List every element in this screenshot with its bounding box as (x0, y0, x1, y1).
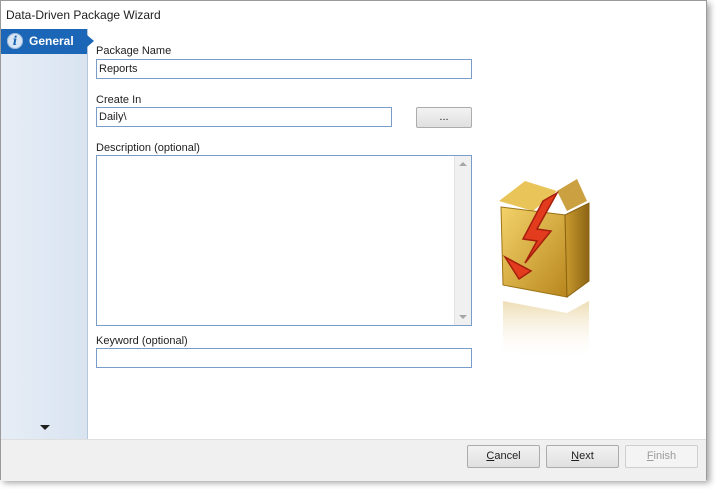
finish-accel: F (646, 450, 654, 462)
scroll-down-icon[interactable] (459, 315, 467, 319)
info-icon: i (7, 33, 23, 49)
footer-bar: Cancel Next Finish (1, 439, 706, 481)
window-title: Data-Driven Package Wizard (6, 8, 161, 22)
sidebar-item-general[interactable]: i General (1, 29, 94, 54)
scroll-up-icon[interactable] (459, 162, 467, 166)
create-in-label: Create In (96, 94, 142, 106)
next-button[interactable]: Next (546, 445, 619, 468)
next-accel: N (571, 450, 580, 462)
next-label-rest: ext (579, 450, 594, 462)
sidebar-item-label: General (29, 34, 74, 48)
cancel-label-rest: ancel (494, 450, 521, 462)
sidebar: i General (1, 29, 94, 439)
package-name-input[interactable] (96, 59, 472, 79)
title-bar: Data-Driven Package Wizard (1, 1, 706, 29)
package-box-icon (499, 179, 590, 361)
wizard-window: Data-Driven Package Wizard i General Pac… (0, 0, 707, 481)
finish-label-rest: inish (653, 450, 677, 462)
cancel-button[interactable]: Cancel (467, 445, 540, 468)
keyword-input[interactable] (96, 348, 472, 368)
description-scrollbar[interactable] (454, 156, 471, 325)
finish-button[interactable]: Finish (625, 445, 698, 468)
browse-folder-button[interactable]: ... (416, 107, 472, 128)
selection-pointer (87, 35, 94, 47)
description-label: Description (optional) (96, 142, 200, 154)
chevron-down-icon[interactable] (40, 425, 50, 430)
create-in-input[interactable] (96, 107, 392, 127)
description-textarea[interactable] (96, 155, 472, 326)
package-name-label: Package Name (96, 45, 172, 57)
keyword-label: Keyword (optional) (96, 335, 188, 347)
